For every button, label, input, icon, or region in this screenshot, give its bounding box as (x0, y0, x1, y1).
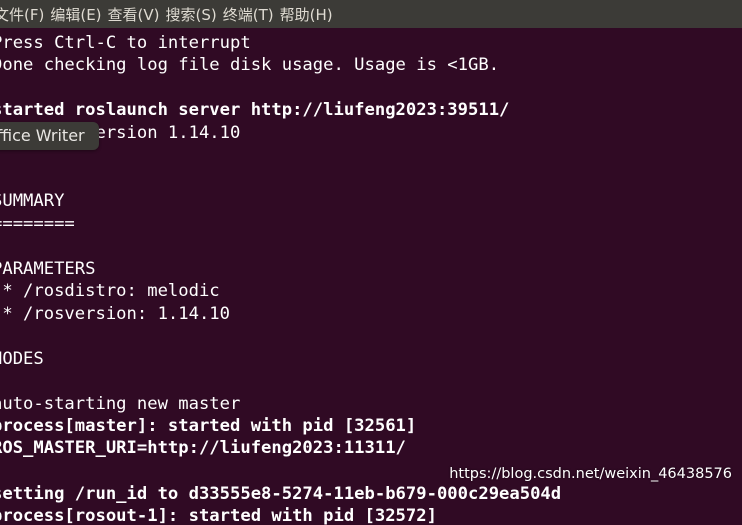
menu-search[interactable]: 搜索(S) (166, 4, 223, 25)
terminal-line: * /rosdistro: melodic (0, 281, 220, 301)
menu-help[interactable]: 帮助(H) (280, 4, 339, 25)
terminal-line: process[master]: started with pid [32561… (0, 416, 417, 436)
terminal-line: Press Ctrl-C to interrupt (0, 33, 251, 53)
watermark: https://blog.csdn.net/weixin_46438576 (449, 466, 732, 482)
terminal-line: auto-starting new master (0, 394, 241, 414)
menu-edit[interactable]: 编辑(E) (50, 4, 107, 25)
terminal-line: ======== (0, 214, 75, 234)
terminal-line: PARAMETERS (0, 259, 96, 279)
terminal-line: started roslaunch server http://liufeng2… (0, 100, 510, 120)
terminal-line: setting /run_id to d33555e8-5274-11eb-b6… (0, 484, 562, 504)
menu-view[interactable]: 查看(V) (108, 4, 166, 25)
terminal-menubar: 文件(F) 编辑(E) 查看(V) 搜索(S) 终端(T) 帮助(H) (0, 0, 742, 28)
terminal-line: NODES (0, 349, 44, 369)
terminal-output[interactable]: Press Ctrl-C to interrupt Done checking … (0, 28, 742, 525)
terminal-line: ROS_MASTER_URI=http://liufeng2023:11311/ (0, 438, 406, 458)
terminal-line: * /rosversion: 1.14.10 (0, 304, 230, 324)
terminal-line: process[rosout-1]: started with pid [325… (0, 506, 437, 525)
tooltip-label: Office Writer (0, 126, 85, 145)
menu-file[interactable]: 文件(F) (0, 4, 50, 25)
terminal-line: SUMMARY (0, 191, 65, 211)
menu-terminal[interactable]: 终端(T) (223, 4, 280, 25)
terminal-line: Done checking log file disk usage. Usage… (0, 55, 500, 75)
app-tooltip: Office Writer (0, 122, 99, 150)
